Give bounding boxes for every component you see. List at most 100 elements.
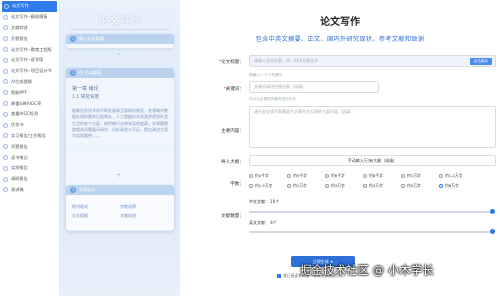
sidebar-item-label: 演讲稿 xyxy=(11,186,24,192)
step-label: AI 生成提纲 xyxy=(79,70,102,75)
step-label: 输入论文标题 xyxy=(79,36,105,41)
cn-refs-slider[interactable] xyxy=(249,209,495,215)
wordcount-radio[interactable]: 约4万字 xyxy=(363,183,401,189)
wordcount-radio[interactable]: 约1.5万字 xyxy=(249,183,287,189)
reduce-icon xyxy=(3,101,8,106)
step-number: 3 xyxy=(70,187,76,193)
sidebar-item[interactable]: 论文写作--教育工程版 xyxy=(0,44,59,55)
preview-step-3: 3 生成论文 期刊格式 字数选择 论文提纲 文献综述 xyxy=(66,185,174,231)
sidebar: 论文写作 论文写作--精准模板 文献综述 开题报告 论文写作--教育工程版 论文写作--医… xyxy=(0,0,60,296)
en-refs-slider[interactable] xyxy=(249,229,495,235)
main-form: 论文写作 包含中英文摘要、正文、国内外研究现状、参考文献和致谢 *论文标题： 请… xyxy=(180,0,500,296)
sidebar-item-label: 论文写作--教育工程版 xyxy=(11,46,52,52)
radio-icon[interactable] xyxy=(287,184,291,188)
refs-label: 文献数量： xyxy=(221,214,244,219)
keywords-label: *关键词： xyxy=(223,87,244,92)
document-icon xyxy=(4,4,9,9)
sidebar-item-label: 查重AIGC检测 xyxy=(11,111,39,117)
wordcount-radio[interactable]: 约1万字 xyxy=(401,173,439,179)
template-icon xyxy=(3,15,8,20)
outline-text: 随着信息技术的不断发展和互联网的普及，各领域对数据处理的需求日益增长，人工智能技… xyxy=(72,107,168,139)
wordcount-options: 约4千字 约5千字 约6千字 约8千字 约1万字 约1.2万字约1.5万字 约2万字 约3万字… xyxy=(249,173,499,189)
sidebar-item[interactable]: 任务书 xyxy=(0,120,59,131)
wordcount-radio[interactable]: 约8千字 xyxy=(363,173,401,179)
content-label: 主要内容： xyxy=(221,129,244,134)
wordcount-radio[interactable]: 约3万字 xyxy=(325,183,363,189)
sidebar-item-label: 开题报告 xyxy=(11,143,28,149)
preview-option: 期刊格式 xyxy=(72,204,88,209)
wordcount-radio[interactable]: 约6千字 xyxy=(325,173,363,179)
preview-panel: 论文写作 1 输入论文标题 ⌄ 2 AI 生成提纲 第一章 绪论 1.1 研究背景 … xyxy=(60,0,180,296)
sidebar-item-label: 论文写作 xyxy=(12,3,29,9)
wordcount-radio[interactable]: 约5千字 xyxy=(287,173,325,179)
sidebar-item-label: 开题报告 xyxy=(11,35,28,41)
sidebar-item[interactable]: 查重AIGC检测 xyxy=(0,109,59,120)
project-icon xyxy=(3,69,8,74)
radio-icon[interactable] xyxy=(439,184,443,188)
wordcount-radio[interactable]: 约5万字 xyxy=(401,183,439,189)
checkbox-icon[interactable] xyxy=(277,274,281,278)
sidebar-item[interactable]: 智能PPT xyxy=(0,87,59,98)
practice-icon xyxy=(3,166,8,171)
sidebar-item[interactable]: 论文写作--精准模板 xyxy=(0,12,59,23)
outline-icon xyxy=(3,79,8,84)
wordcount-radio[interactable]: 约6万字 xyxy=(439,183,477,189)
radio-icon[interactable] xyxy=(325,184,329,188)
keywords-hint: 请输入1~5个关键词 xyxy=(249,73,282,77)
preview-option: 字数选择 xyxy=(120,204,136,209)
sidebar-item[interactable]: 读书笔记 xyxy=(0,152,59,163)
sidebar-item-label: 调研报告 xyxy=(11,176,28,182)
sidebar-item[interactable]: 实习报告/工作报告 xyxy=(0,131,59,142)
chevron-down-icon: ⌄ xyxy=(116,50,122,57)
task-icon xyxy=(3,123,8,128)
watermark: 掘金技术社区 @ 小木学长 xyxy=(300,263,434,277)
keywords-hint-2: 可以为文章的关键词进行补充 xyxy=(249,97,296,101)
import-outline-button[interactable]: 手动输入/已有大纲（选填） xyxy=(249,155,496,166)
wordcount-radio[interactable]: 约1.2万字 xyxy=(439,173,477,179)
radio-icon[interactable] xyxy=(249,184,253,188)
radio-icon[interactable] xyxy=(325,174,329,178)
radio-icon[interactable] xyxy=(439,174,443,178)
sidebar-item[interactable]: 降重&降AIGC率 xyxy=(0,98,59,109)
notes-icon xyxy=(3,155,8,160)
sidebar-item[interactable]: 论文写作--项目设计书 xyxy=(0,66,59,77)
sidebar-item[interactable]: AI生成提纲 xyxy=(0,77,59,88)
content-textarea[interactable]: 请在此处填写您需要在文章中涉及到的主要内容（选填） xyxy=(249,106,496,148)
sidebar-item[interactable]: 文献综述 xyxy=(0,23,59,34)
keywords-input[interactable]: 关键词请用空格分隔（选填） xyxy=(249,81,379,93)
wordcount-radio[interactable]: 约4千字 xyxy=(249,173,287,179)
sidebar-item-label: 读书笔记 xyxy=(11,154,28,160)
title-input[interactable]: 请输入论文标题，如：XXX系统设计 点击保存 xyxy=(249,55,496,67)
radio-icon[interactable] xyxy=(401,184,405,188)
radio-icon[interactable] xyxy=(287,174,291,178)
wordcount-label: 字数： xyxy=(230,182,244,187)
slider-knob[interactable] xyxy=(490,209,495,215)
sidebar-item[interactable]: 论文写作 xyxy=(2,1,57,12)
sidebar-item-label: 论文写作--项目设计书 xyxy=(11,68,52,74)
check-icon xyxy=(3,112,8,117)
sidebar-item[interactable]: 实践报告 xyxy=(0,163,59,174)
radio-icon[interactable] xyxy=(249,174,253,178)
en-refs-label: 英文文献： 4个 xyxy=(249,220,277,225)
sidebar-item-label: 降重&降AIGC率 xyxy=(11,100,42,106)
sidebar-item-label: 实习报告/工作报告 xyxy=(11,132,46,138)
slider-knob[interactable] xyxy=(490,229,495,235)
radio-icon[interactable] xyxy=(363,184,367,188)
sidebar-item[interactable]: 开题报告 xyxy=(0,33,59,44)
plus-icon: + xyxy=(116,172,122,179)
radio-icon[interactable] xyxy=(363,174,367,178)
sidebar-item[interactable]: 论文写作--医学版 xyxy=(0,55,59,66)
sidebar-item-label: 文献综述 xyxy=(11,24,28,30)
sidebar-item[interactable]: 调研报告 xyxy=(0,174,59,185)
preview-option: 文献综述 xyxy=(120,213,136,218)
radio-icon[interactable] xyxy=(401,174,405,178)
preview-option: 论文提纲 xyxy=(72,213,88,218)
save-button[interactable]: 点击保存 xyxy=(469,58,492,65)
medical-icon xyxy=(3,58,8,63)
sidebar-item[interactable]: 开题报告 xyxy=(0,141,59,152)
wordcount-radio[interactable]: 约2万字 xyxy=(287,183,325,189)
sidebar-item-label: 论文写作--精准模板 xyxy=(11,14,48,20)
graduation-icon xyxy=(3,47,8,52)
sidebar-item[interactable]: 演讲稿 xyxy=(0,185,59,196)
sidebar-item-label: AI生成提纲 xyxy=(11,78,32,84)
